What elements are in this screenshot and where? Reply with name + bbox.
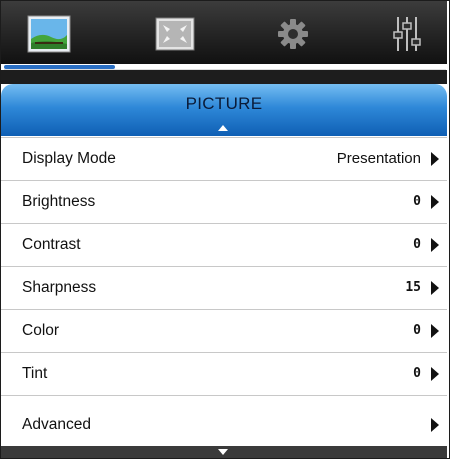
menu-item-value: Presentation: [336, 150, 421, 167]
menu-item-value: 0: [413, 323, 421, 338]
arrow-right-icon[interactable]: [431, 367, 439, 381]
menu-tab-bar: [1, 1, 447, 64]
menu-item-contrast[interactable]: Contrast 0: [1, 223, 447, 265]
menu-item-value: 15: [405, 280, 421, 295]
menu-item-tint[interactable]: Tint 0: [1, 352, 447, 394]
arrow-right-icon[interactable]: [431, 152, 439, 166]
tab-settings[interactable]: [269, 11, 317, 57]
menu-item-label: Sharpness: [22, 279, 97, 296]
gear-icon: [278, 19, 308, 49]
menu-item-color[interactable]: Color 0: [1, 309, 447, 351]
menu-item-label: Display Mode: [22, 150, 116, 167]
menu-title: PICTURE: [185, 94, 263, 113]
picture-icon: [27, 15, 71, 53]
scroll-down-icon[interactable]: [218, 449, 228, 455]
menu-item-value: 0: [413, 194, 421, 209]
arrow-right-icon[interactable]: [431, 418, 439, 432]
menu-item-brightness[interactable]: Brightness 0: [1, 180, 447, 222]
arrow-right-icon[interactable]: [431, 324, 439, 338]
tab-picture[interactable]: [25, 11, 73, 57]
tab-screen[interactable]: [151, 11, 199, 57]
menu-item-label: Advanced: [22, 416, 91, 433]
menu-item-label: Tint: [22, 365, 48, 382]
arrow-right-icon[interactable]: [431, 238, 439, 252]
tab-audio[interactable]: [383, 11, 431, 57]
menu-item-label: Color: [22, 322, 60, 339]
menu-item-display-mode[interactable]: Display Mode Presentation: [1, 137, 447, 179]
scroll-up-icon[interactable]: [218, 125, 228, 131]
arrow-right-icon[interactable]: [431, 195, 439, 209]
header-spacer: [1, 70, 447, 84]
menu-item-label: Brightness: [22, 193, 96, 210]
menu-item-value: 0: [413, 366, 421, 381]
equalizer-icon: [393, 17, 421, 51]
tab-position-indicator: [4, 65, 115, 69]
menu-item-value: 0: [413, 237, 421, 252]
arrow-right-icon[interactable]: [431, 281, 439, 295]
menu-item-label: Contrast: [22, 236, 81, 253]
menu-item-advanced[interactable]: Advanced: [1, 395, 447, 446]
menu-item-sharpness[interactable]: Sharpness 15: [1, 266, 447, 308]
screen-fit-icon: [155, 17, 195, 51]
